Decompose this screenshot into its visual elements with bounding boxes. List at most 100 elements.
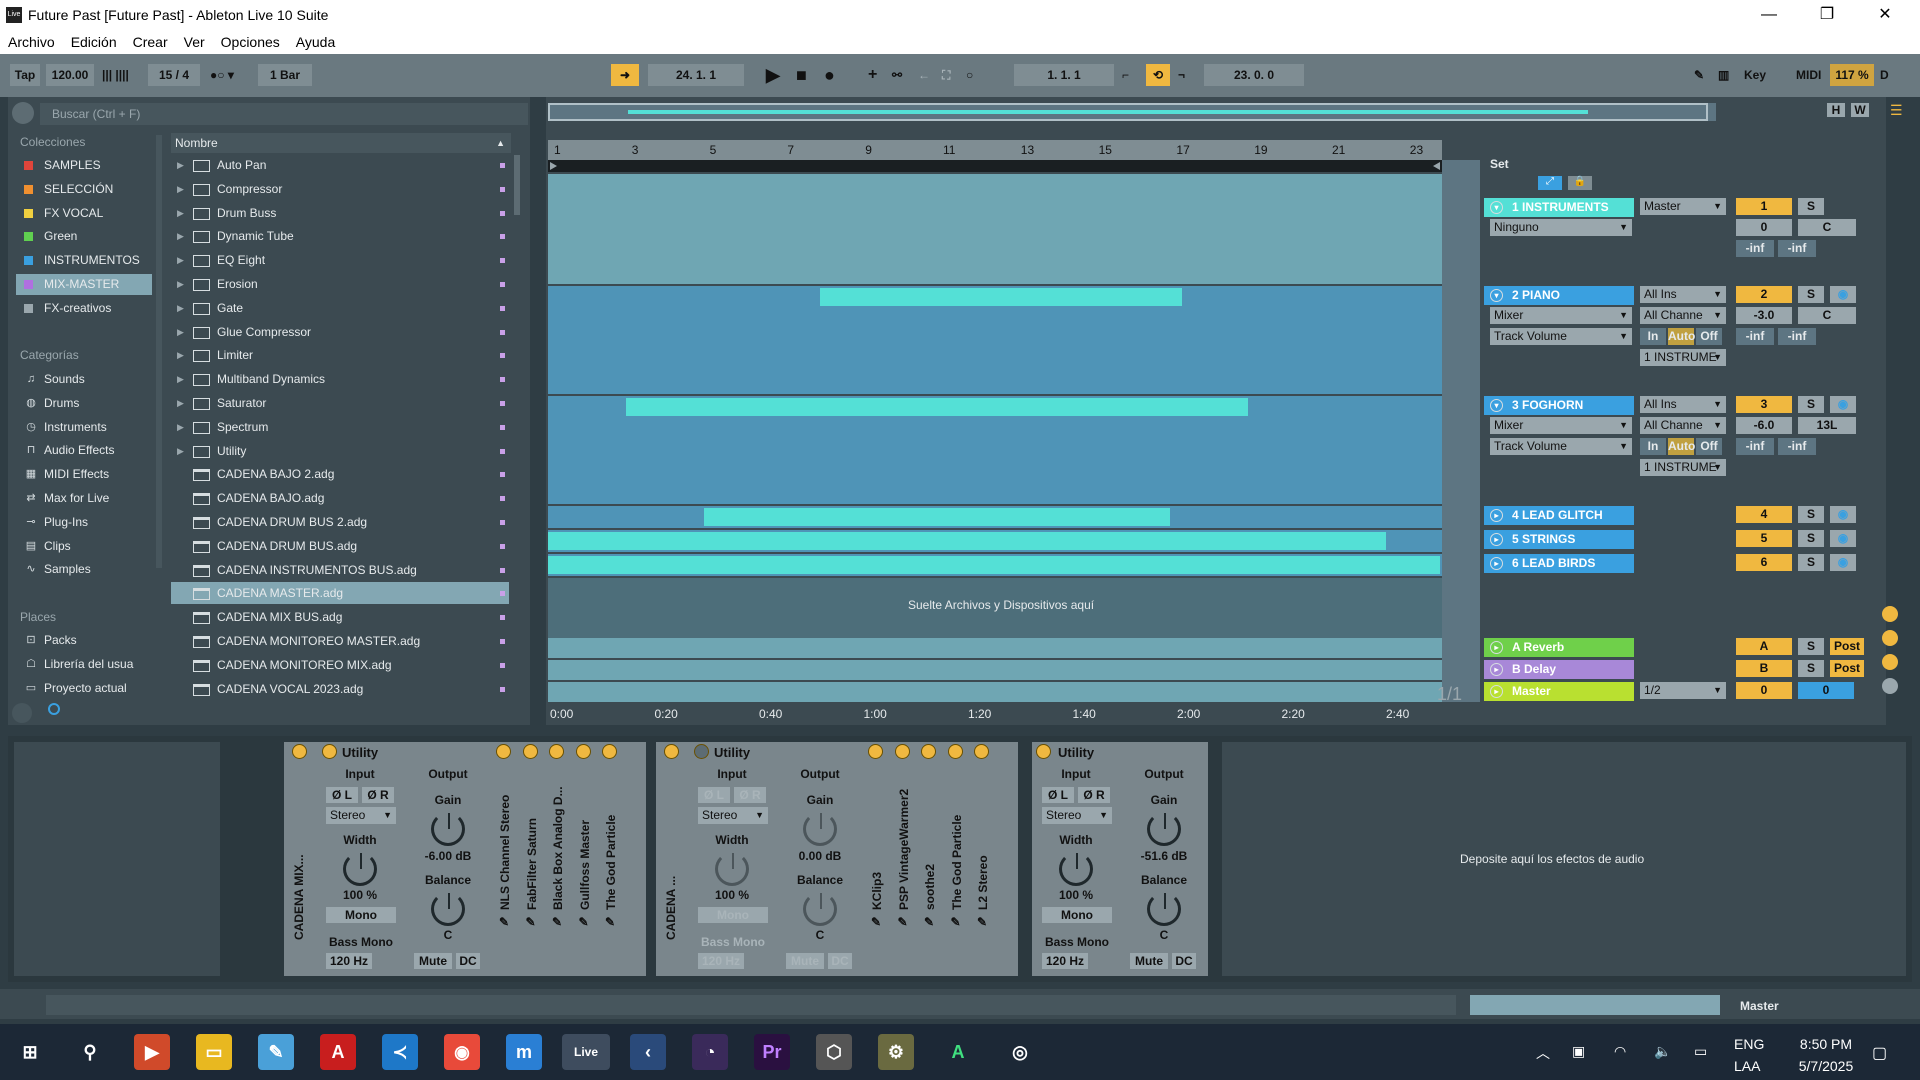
expand-arrow-icon[interactable]: ▶ [177,440,184,462]
track-fold-icon[interactable]: ▸ [1490,533,1503,546]
ableton-live-taskbar-icon[interactable]: Live [562,1034,610,1070]
browser-list-item[interactable]: ▶ Erosion [171,273,509,295]
capcut-icon[interactable]: ‹ [630,1034,666,1070]
monitor-auto-button[interactable]: Auto [1668,438,1695,455]
bar-ruler[interactable] [548,140,1442,160]
overview-bar[interactable] [548,103,1716,121]
track-fold-icon[interactable]: ▸ [1490,557,1503,570]
mixer-toggle-icon[interactable] [1882,654,1898,670]
utility-3-width-knob[interactable] [1059,852,1093,886]
expand-arrow-icon[interactable]: ▶ [177,344,184,366]
obs-icon[interactable]: ◎ [1002,1034,1038,1070]
utility-3-mute-button[interactable]: Mute [1130,953,1168,969]
browser-list-item[interactable]: ▶ Multiband Dynamics [171,368,509,390]
place-item[interactable]: ▭ Proyecto actual [16,678,152,699]
add-icon[interactable]: + [868,63,877,87]
vscode-icon[interactable]: ≺ [382,1034,418,1070]
monitor-off-button[interactable]: Off [1696,328,1722,345]
solo-button[interactable]: S [1798,396,1824,413]
delay-toggle-icon[interactable] [1882,678,1898,694]
monitor-in-button[interactable]: In [1640,438,1666,455]
track-fold-icon[interactable]: ▸ [1490,509,1503,522]
browser-list-item[interactable]: CADENA MONITOREO MASTER.adg [171,630,509,652]
browser-toggle-icon[interactable] [12,102,34,124]
davinci-icon[interactable]: ◔ [692,1034,728,1070]
battery-icon[interactable]: ▭ [1694,1043,1707,1060]
category-item[interactable]: ⊓ Audio Effects [16,440,152,461]
record-arm-icon[interactable]: ◉ [1830,286,1856,303]
chain-device-power-icon[interactable] [974,744,989,759]
place-item[interactable]: ☖ Librería del usua [16,654,152,675]
browser-list-item[interactable]: ▶ Limiter [171,344,509,366]
media-player-icon[interactable]: ▶ [134,1034,170,1070]
lock-icon[interactable]: 🔒 [1568,176,1592,190]
volume-icon[interactable]: 🔈 [1654,1043,1671,1060]
expand-arrow-icon[interactable]: ▶ [177,416,184,438]
browser-list-item[interactable]: ▶ Auto Pan [171,154,509,176]
expand-arrow-icon[interactable]: ▶ [177,273,184,295]
track-activator[interactable]: 4 [1736,506,1792,523]
utility-2-mono-button[interactable]: Mono [698,907,768,923]
arrangement-expand-icon[interactable]: ⤢ [1538,176,1562,190]
back-icon[interactable]: ← [918,63,930,87]
utility-3-phase-l[interactable]: Ø L [1042,787,1074,803]
solo-button[interactable]: S [1798,554,1824,571]
link-icon[interactable]: ⚯ [892,63,902,87]
utility-1-mute-button[interactable]: Mute [414,953,452,969]
unity-icon[interactable]: ⬡ [816,1034,852,1070]
browser-list-item[interactable]: ▶ Utility [171,440,509,462]
track-volume[interactable]: 0 [1798,682,1854,699]
clip-strings[interactable] [548,532,1386,550]
record-arm-icon[interactable]: ◉ [1830,396,1856,413]
track-header[interactable]: ▸ 4 LEAD GLITCH [1484,506,1634,525]
track-activator[interactable]: 0 [1736,682,1792,699]
tray-display-icon[interactable]: ▣ [1572,1043,1585,1060]
capture-icon[interactable]: ⛶ [942,63,950,87]
monitor-in-button[interactable]: In [1640,328,1666,345]
punch-out-icon[interactable]: ¬ [1178,63,1185,87]
track-input-dropdown[interactable]: All Ins [1640,396,1726,413]
chain-device-power-icon[interactable] [549,744,564,759]
expand-arrow-icon[interactable]: ▶ [177,368,184,390]
utility-1-mono-button[interactable]: Mono [326,907,396,923]
track-fold-icon[interactable]: ▸ [1490,663,1503,676]
browser-bottom-icon[interactable] [12,703,32,723]
track-output-dropdown[interactable]: 1 INSTRUME [1640,349,1726,366]
browser-list-item[interactable]: CADENA MIX BUS.adg [171,606,509,628]
track-header[interactable]: ▸ 6 LEAD BIRDS [1484,554,1634,573]
utility-2-hz-field[interactable]: 120 Hz [698,953,744,969]
place-item[interactable]: ⊡ Packs [16,630,152,651]
track-fold-icon[interactable]: ▸ [1490,685,1503,698]
track-activator[interactable]: 6 [1736,554,1792,571]
menu-crear[interactable]: Crear [133,34,168,50]
track-header[interactable]: ▸ A Reverb [1484,638,1634,657]
automation-param-dropdown[interactable]: Track Volume [1490,438,1632,455]
premiere-icon[interactable]: Pr [754,1034,790,1070]
tempo-field[interactable]: 120.00 [46,64,94,86]
utility-3-power-icon[interactable] [1036,744,1051,759]
expand-arrow-icon[interactable]: ▶ [177,154,184,176]
automation-param-dropdown[interactable]: Track Volume [1490,328,1632,345]
category-item[interactable]: ∿ Samples [16,559,152,580]
category-item[interactable]: ♫ Sounds [16,369,152,390]
wrench-icon[interactable]: ✎ [602,915,618,929]
post-button[interactable]: Post [1830,638,1864,655]
clip-foghorn[interactable] [626,398,1248,416]
track-header[interactable]: ▾ 3 FOGHORN [1484,396,1634,415]
chain-device-power-icon[interactable] [522,744,538,759]
category-item[interactable]: ▦ MIDI Effects [16,464,152,485]
tray-chevron-icon[interactable]: ︿ [1536,1043,1550,1063]
utility-1-phase-r[interactable]: Ø R [362,787,394,803]
track-row2-dropdown[interactable]: Ninguno [1490,219,1632,236]
utility-1-mode[interactable]: Stereo [326,807,396,824]
utility-2-power-icon[interactable] [694,744,709,759]
signature-field[interactable]: 15 / 4 [148,64,200,86]
browser-list-item[interactable]: CADENA DRUM BUS.adg [171,535,509,557]
browser-list-item[interactable]: ▶ Saturator [171,392,509,414]
minimize-button[interactable]: — [1740,0,1798,30]
track-pan[interactable]: C [1798,307,1856,324]
utility-2-phase-r[interactable]: Ø R [734,787,766,803]
track-activator[interactable]: B [1736,660,1792,677]
utility-3-phase-r[interactable]: Ø R [1078,787,1110,803]
record-icon[interactable]: ● [824,63,835,87]
